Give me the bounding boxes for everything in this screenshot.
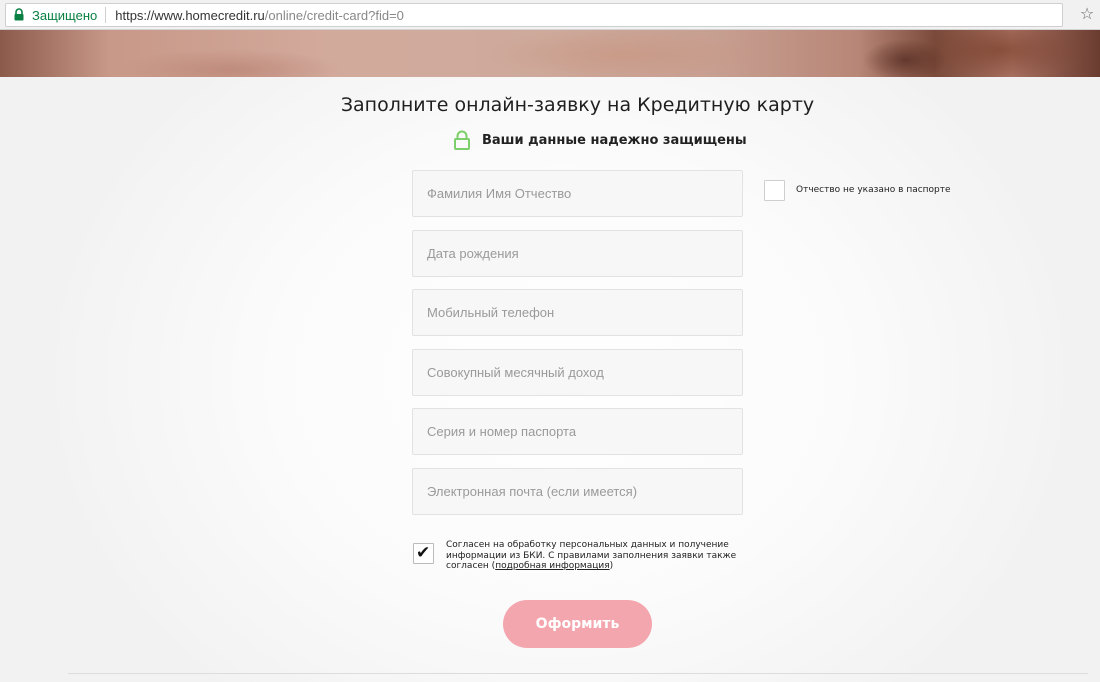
no-patronymic-checkbox[interactable] <box>764 180 785 201</box>
secure-lock-icon <box>14 8 26 22</box>
monthly-income-input[interactable] <box>412 349 743 396</box>
secure-label: Защищено <box>32 7 98 23</box>
details-link[interactable]: подробная информация <box>495 561 609 571</box>
no-patronymic-label: Отчество не указано в паспорте <box>796 185 951 195</box>
submit-button[interactable]: Оформить <box>503 600 652 648</box>
mobile-phone-input[interactable] <box>412 289 743 336</box>
url-bar[interactable]: Защищено https://www.homecredit.ru/onlin… <box>5 3 1063 27</box>
passport-input[interactable] <box>412 408 743 455</box>
checkmark-icon: ✔ <box>416 543 431 563</box>
full-name-input[interactable] <box>412 170 743 217</box>
lock-icon <box>454 130 470 150</box>
email-input[interactable] <box>412 468 743 515</box>
hero-banner-image <box>0 30 1100 77</box>
browser-address-bar: Защищено https://www.homecredit.ru/onlin… <box>0 0 1100 30</box>
omnibox-divider <box>105 7 107 23</box>
application-form-area: Заполните онлайн-заявку на Кредитную кар… <box>0 77 1100 682</box>
birth-date-input[interactable] <box>412 230 743 277</box>
url-path: /online/credit-card?fid=0 <box>264 7 404 23</box>
consent-checkbox[interactable]: ✔ <box>413 543 434 564</box>
url-host: https://www.homecredit.ru <box>115 7 265 23</box>
secure-note-text: Ваши данные надежно защищены <box>482 132 747 148</box>
consent-text-end: ) <box>609 561 614 571</box>
bookmark-star-icon[interactable]: ☆ <box>1078 4 1096 24</box>
form-title: Заполните онлайн-заявку на Кредитную кар… <box>340 94 815 116</box>
secure-note: Ваши данные надежно защищены <box>454 130 747 150</box>
bottom-divider <box>68 673 1088 674</box>
consent-text: Согласен на обработку персональных данны… <box>446 540 746 572</box>
